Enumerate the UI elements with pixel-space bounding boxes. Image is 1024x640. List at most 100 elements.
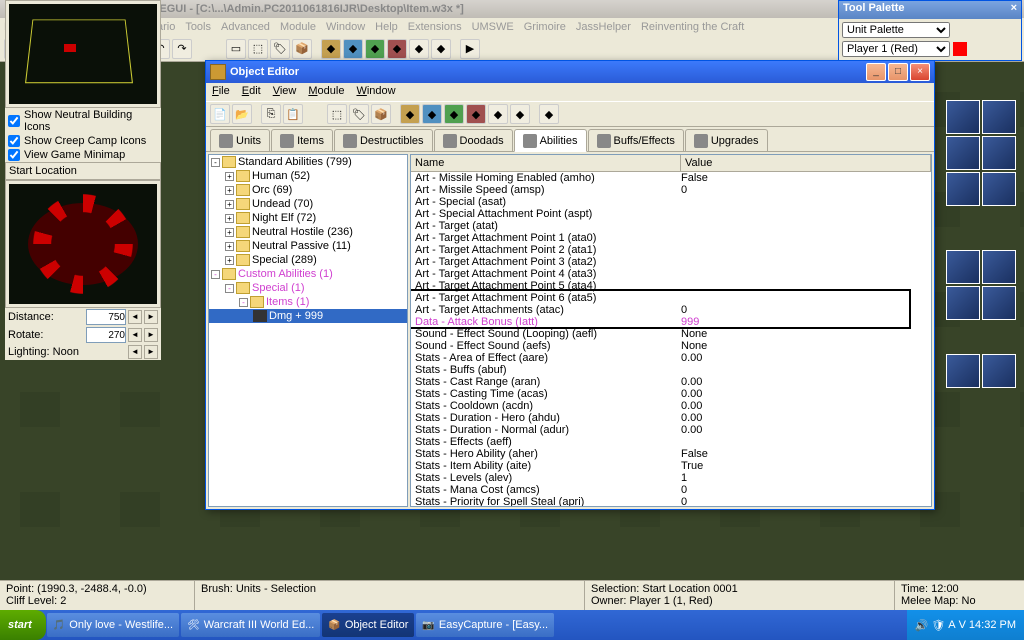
unit-icon[interactable] [982,100,1016,134]
unit-icon[interactable] [946,172,980,206]
spin-left[interactable]: ◄ [128,345,142,359]
property-row[interactable]: Stats - Hero Ability (aher)False [411,448,931,460]
menu-module[interactable]: Module [280,21,316,33]
palette-type-select[interactable]: Unit Palette [842,22,950,38]
chk-creep-camps[interactable] [8,135,20,147]
tp-close-button[interactable]: × [1011,2,1017,18]
tree-undead[interactable]: +Undead (70) [209,197,407,211]
menu-extensions[interactable]: Extensions [408,21,462,33]
property-row[interactable]: Art - Target Attachment Point 5 (ata4) [411,280,931,292]
minimap[interactable] [9,4,157,104]
property-header[interactable]: Name Value [411,155,931,172]
mod2-icon[interactable]: ◆ [343,39,363,59]
palette-player-select[interactable]: Player 1 (Red) [842,41,950,57]
property-row[interactable]: Stats - Mana Cost (amcs)0 [411,484,931,496]
oe-paste-icon[interactable]: 📋 [283,104,303,124]
property-row[interactable]: Art - Missile Homing Enabled (amho)False [411,172,931,184]
rotate-input[interactable] [86,327,126,343]
menu-window[interactable]: Window [326,21,365,33]
mod6-icon[interactable]: ◆ [431,39,451,59]
property-row[interactable]: Art - Target Attachment Point 2 (ata1) [411,244,931,256]
tab-doodads[interactable]: Doodads [434,129,513,151]
oe-m5-icon[interactable]: ◆ [488,104,508,124]
oe-maximize-button[interactable]: □ [888,63,908,81]
tab-buffs[interactable]: Buffs/Effects [588,129,684,151]
property-row[interactable]: Art - Special Attachment Point (aspt) [411,208,931,220]
unit-icon[interactable] [946,250,980,284]
oe-m1-icon[interactable]: ◆ [400,104,420,124]
property-row[interactable]: Stats - Cooldown (acdn)0.00 [411,400,931,412]
property-row[interactable]: Art - Missile Speed (amsp)0 [411,184,931,196]
chk-game-minimap[interactable] [8,149,20,161]
tree-nightelf[interactable]: +Night Elf (72) [209,211,407,225]
menu-tools[interactable]: Tools [185,21,211,33]
property-row[interactable]: Stats - Duration - Normal (adur)0.00 [411,424,931,436]
property-row[interactable]: Data - Attack Bonus (Iatt)999 [411,316,931,328]
tree-special[interactable]: +Special (289) [209,253,407,267]
spin-right[interactable]: ► [144,345,158,359]
tool-icon[interactable]: ⬚ [248,39,268,59]
oe-copy-icon[interactable]: ⎘ [261,104,281,124]
spin-right[interactable]: ► [144,328,158,342]
unit-icon[interactable] [946,136,980,170]
property-row[interactable]: Stats - Item Ability (aite)True [411,460,931,472]
chk-neutral-buildings[interactable] [8,115,20,127]
property-row[interactable]: Art - Target Attachment Point 4 (ata3) [411,268,931,280]
test-icon[interactable]: ▶ [460,39,480,59]
unit-icon[interactable] [946,354,980,388]
oe-m2-icon[interactable]: ◆ [422,104,442,124]
spin-left[interactable]: ◄ [128,310,142,324]
oe-titlebar[interactable]: Object Editor _ □ × [206,61,934,83]
task-easycapture[interactable]: 📷 EasyCapture - [Easy... [416,613,554,637]
oe-m4-icon[interactable]: ◆ [466,104,486,124]
oe-menu-edit[interactable]: Edit [242,85,261,99]
tab-upgrades[interactable]: Upgrades [685,129,768,151]
oe-m3-icon[interactable]: ◆ [444,104,464,124]
task-objecteditor[interactable]: 📦 Object Editor [322,613,414,637]
property-row[interactable]: Art - Target Attachment Point 6 (ata5) [411,292,931,304]
mod5-icon[interactable]: ◆ [409,39,429,59]
property-row[interactable]: Stats - Casting Time (acas)0.00 [411,388,931,400]
tab-destructibles[interactable]: Destructibles [334,129,433,151]
task-worldedit[interactable]: 🛠 Warcraft III World Ed... [181,613,320,637]
property-row[interactable]: Art - Target Attachment Point 3 (ata2) [411,256,931,268]
task-onlylove[interactable]: 🎵 Only love - Westlife... [47,613,179,637]
system-tray[interactable]: 🔊 🛡 A V 14:32 PM [907,610,1024,640]
unit-icon[interactable] [982,172,1016,206]
property-row[interactable]: Art - Special (asat) [411,196,931,208]
tab-items[interactable]: Items [271,129,333,151]
oe-m6-icon[interactable]: ◆ [510,104,530,124]
select-icon[interactable]: ▭ [226,39,246,59]
spin-right[interactable]: ► [144,310,158,324]
menu-grimoire[interactable]: Grimoire [524,21,566,33]
property-row[interactable]: Stats - Buffs (abuf) [411,364,931,376]
oe-new-icon[interactable]: 📄 [210,104,230,124]
property-body[interactable]: Art - Missile Homing Enabled (amho)False… [411,172,931,506]
menu-help[interactable]: Help [375,21,398,33]
col-name[interactable]: Name [411,155,681,171]
tool2-icon[interactable]: 🏷 [270,39,290,59]
menu-jasshelper[interactable]: JassHelper [576,21,631,33]
unit-icon[interactable] [982,250,1016,284]
unit-icon[interactable] [946,100,980,134]
property-row[interactable]: Stats - Duration - Hero (ahdu)0.00 [411,412,931,424]
menu-reinventing[interactable]: Reinventing the Craft [641,21,744,33]
tab-units[interactable]: Units [210,129,270,151]
property-row[interactable]: Stats - Area of Effect (aare)0.00 [411,352,931,364]
property-row[interactable]: Stats - Cast Range (aran)0.00 [411,376,931,388]
redo-icon[interactable]: ↷ [172,39,192,59]
oe-close-button[interactable]: × [910,63,930,81]
tree-orc[interactable]: +Orc (69) [209,183,407,197]
tray-icon[interactable]: V [959,619,966,631]
unit-icon[interactable] [982,354,1016,388]
tree-custom-abilities[interactable]: -Custom Abilities (1) [209,267,407,281]
tree-dmg-999[interactable]: Dmg + 999 [209,309,407,323]
property-row[interactable]: Stats - Priority for Spell Steal (apri)0 [411,496,931,506]
tray-icon[interactable]: 🛡 [931,619,945,632]
oe-minimize-button[interactable]: _ [866,63,886,81]
tray-icon[interactable]: 🔊 [915,619,929,632]
tab-abilities[interactable]: Abilities [514,129,587,152]
oe-menu-view[interactable]: View [273,85,297,99]
menu-advanced[interactable]: Advanced [221,21,270,33]
ability-tree[interactable]: -Standard Abilities (799) +Human (52) +O… [208,154,408,507]
